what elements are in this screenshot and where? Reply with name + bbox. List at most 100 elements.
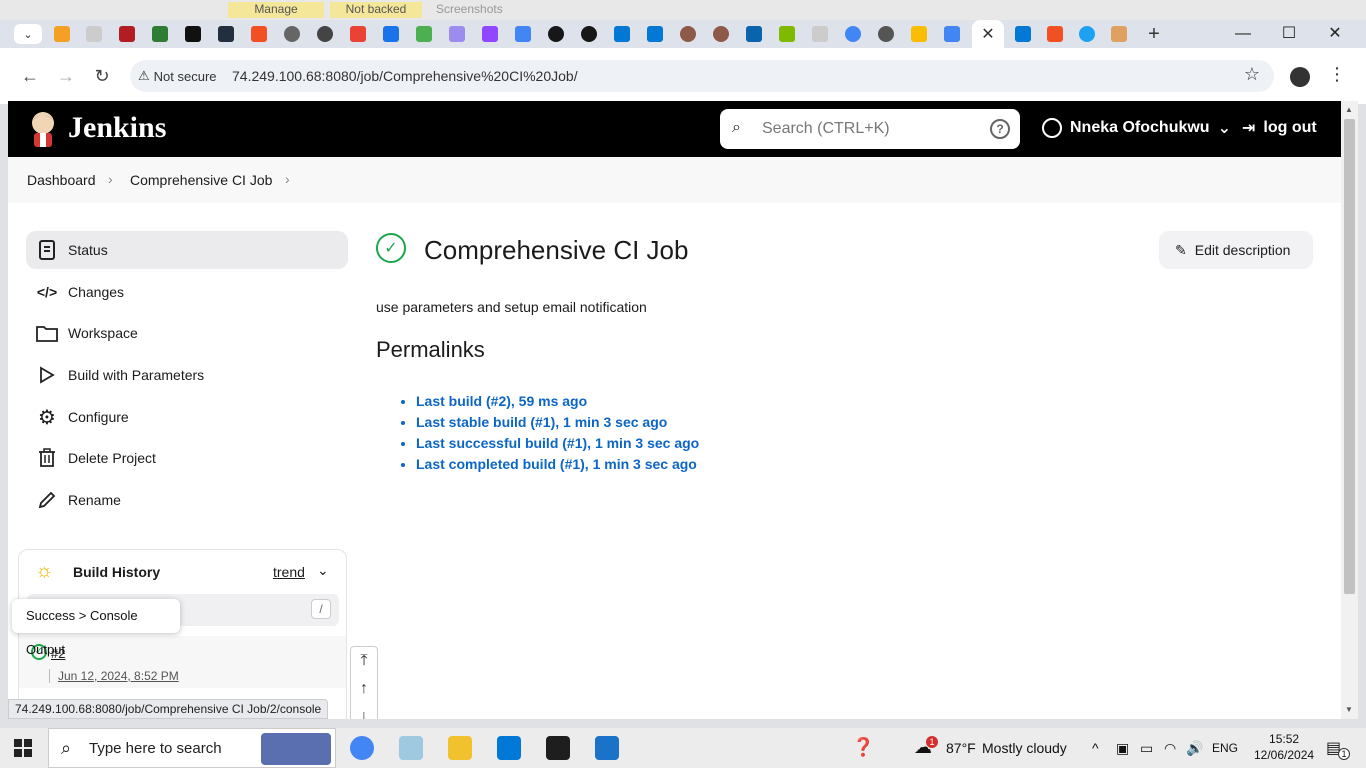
sidebar-item-changes[interactable]: </> Changes — [26, 273, 348, 311]
tab-favicon-gray2-icon[interactable] — [812, 26, 828, 42]
weather-temp[interactable]: 87°F — [946, 740, 976, 756]
sidebar-item-configure[interactable]: ⚙ Configure — [26, 398, 348, 436]
taskbar-search-input[interactable]: Type here to search — [89, 740, 222, 757]
breadcrumb-dashboard[interactable]: Dashboard — [27, 172, 96, 188]
logout-label[interactable]: log out — [1263, 119, 1316, 137]
chevron-down-icon[interactable]: ⌄ — [317, 562, 329, 579]
scroll-down-arrow-icon[interactable]: ▼ — [1345, 705, 1353, 714]
system-clock[interactable]: 15:52 12/06/2024 — [1254, 731, 1314, 763]
close-window-icon[interactable]: ✕ — [1320, 22, 1350, 46]
user-menu[interactable]: Nneka Ofochukwu ⌄ — [1042, 118, 1231, 138]
tab-favicon-globe-icon[interactable] — [284, 26, 300, 42]
tab-favicon-orange-icon[interactable] — [54, 26, 70, 42]
build-row[interactable]: ✓ #2 Jun 12, 2024, 8:52 PM — [19, 636, 346, 688]
tab-favicon-cube-icon[interactable] — [449, 26, 465, 42]
tab-favicon-microsoft2-icon[interactable] — [779, 26, 795, 42]
tab-favicon-avatar-icon[interactable] — [680, 26, 696, 42]
tab-favicon-leaf-icon[interactable] — [416, 26, 432, 42]
jenkins-brand[interactable]: Jenkins — [68, 111, 166, 145]
active-tab-close-icon[interactable]: ✕ — [972, 20, 1004, 48]
new-tab-plus-icon[interactable]: + — [1144, 24, 1164, 44]
sidebar-item-workspace[interactable]: Workspace — [26, 314, 348, 352]
photos-icon[interactable] — [595, 736, 619, 760]
minimize-icon[interactable]: — — [1228, 22, 1258, 46]
windows-start-icon[interactable] — [14, 739, 32, 757]
permalink-last-stable-build[interactable]: Last stable build (#1), 1 min 3 sec ago — [416, 414, 667, 430]
back-arrow-icon[interactable]: ← — [18, 64, 42, 88]
chevron-down-icon[interactable]: ⌄ — [1218, 118, 1231, 138]
permalink-last-completed-build[interactable]: Last completed build (#1), 1 min 3 sec a… — [416, 456, 697, 472]
taskbar-search-box[interactable]: ⌕ Type here to search — [48, 728, 336, 768]
tab-favicon-diamond-icon[interactable] — [383, 26, 399, 42]
tab-search-icon[interactable]: ⌄ — [14, 24, 42, 44]
trend-link[interactable]: trend — [273, 564, 305, 580]
tab-favicon-green-icon[interactable] — [152, 26, 168, 42]
permalink-last-successful-build[interactable]: Last successful build (#1), 1 min 3 sec … — [416, 435, 699, 451]
tab-favicon-twitch-icon[interactable] — [482, 26, 498, 42]
forward-arrow-icon[interactable]: → — [54, 64, 78, 88]
tab-favicon-gray-icon[interactable] — [86, 26, 102, 42]
build-date-link[interactable]: Jun 12, 2024, 8:52 PM — [49, 669, 179, 683]
language-indicator[interactable]: ENG — [1212, 741, 1238, 755]
bookmark-star-icon[interactable]: ☆ — [1244, 64, 1260, 85]
breadcrumb-separator-icon[interactable]: › — [285, 171, 290, 187]
tab-favicon-outlook-icon[interactable] — [746, 26, 762, 42]
sidebar-item-delete-project[interactable]: Delete Project — [26, 439, 348, 477]
terminal-icon[interactable] — [546, 736, 570, 760]
jenkins-search-input[interactable]: Search (CTRL+K) — [762, 120, 890, 138]
sidebar-item-status[interactable]: Status — [26, 231, 348, 269]
page-scrollbar[interactable]: ▲ ▼ — [1341, 101, 1358, 719]
breadcrumb-job[interactable]: Comprehensive CI Job — [130, 172, 272, 188]
scroll-to-top-icon[interactable]: ⤒ — [351, 647, 377, 675]
security-indicator[interactable]: ⚠ Not secure — [138, 68, 217, 84]
tab-favicon-microsoft3-icon[interactable] — [1047, 26, 1063, 42]
permalink-last-build[interactable]: Last build (#2), 59 ms ago — [416, 393, 587, 409]
user-name[interactable]: Nneka Ofochukwu — [1070, 119, 1210, 137]
url-text[interactable]: 74.249.100.68:8080/job/Comprehensive%20C… — [232, 68, 578, 84]
scroll-up-icon[interactable]: ↑ — [351, 675, 377, 703]
help-tray-icon[interactable]: ❓ — [852, 737, 874, 758]
battery-icon[interactable]: ▭ — [1140, 740, 1153, 757]
sidebar-item-rename[interactable]: Rename — [26, 481, 348, 519]
tab-favicon-stack-icon[interactable] — [1111, 26, 1127, 42]
profile-avatar[interactable] — [1290, 67, 1310, 87]
tab-favicon-avatar2-icon[interactable] — [713, 26, 729, 42]
chrome-taskbar-icon[interactable] — [350, 736, 374, 760]
tab-favicon-azure2-icon[interactable] — [647, 26, 663, 42]
tab-favicon-chrome-icon[interactable] — [878, 26, 894, 42]
tab-favicon-openai-icon[interactable] — [317, 26, 333, 42]
tab-favicon-docs-icon[interactable] — [515, 26, 531, 42]
scroll-down-icon[interactable]: ↓ — [351, 703, 377, 719]
tab-favicon-google-icon[interactable] — [845, 26, 861, 42]
reload-icon[interactable]: ↻ — [90, 64, 114, 88]
weather-desc[interactable]: Mostly cloudy — [982, 740, 1067, 756]
omnibox[interactable]: ⚠ Not secure 74.249.100.68:8080/job/Comp… — [130, 60, 1274, 92]
tab-favicon-aws-icon[interactable] — [218, 26, 234, 42]
maximize-icon[interactable]: ☐ — [1274, 22, 1304, 46]
tab-favicon-azure3-icon[interactable] — [1015, 26, 1031, 42]
chevron-up-icon[interactable]: ^ — [1092, 740, 1099, 756]
tab-favicon-github2-icon[interactable] — [581, 26, 597, 42]
vscode-icon[interactable] — [497, 736, 521, 760]
tab-favicon-chart-icon[interactable] — [185, 26, 201, 42]
jenkins-logo-icon[interactable] — [26, 109, 60, 149]
tab-favicon-drive-icon[interactable] — [911, 26, 927, 42]
browser-menu-icon[interactable]: ⋮ — [1328, 64, 1346, 85]
sidebar-item-build-with-parameters[interactable]: Build with Parameters — [26, 356, 348, 394]
wifi-icon[interactable]: ◠ — [1164, 740, 1176, 757]
help-icon[interactable]: ? — [990, 119, 1010, 139]
jenkins-search-box[interactable]: ⌕ Search (CTRL+K) ? — [720, 109, 1020, 149]
scroll-up-arrow-icon[interactable]: ▲ — [1345, 105, 1353, 114]
tab-favicon-gmail-icon[interactable] — [350, 26, 366, 42]
tab-favicon-github-icon[interactable] — [548, 26, 564, 42]
logout-link[interactable]: ⇥ log out — [1242, 118, 1317, 138]
meet-icon[interactable]: ▣ — [1116, 740, 1129, 757]
app-taskbar-icon[interactable] — [399, 736, 423, 760]
tab-favicon-microsoft-icon[interactable] — [251, 26, 267, 42]
tab-favicon-azure-icon[interactable] — [614, 26, 630, 42]
tab-favicon-red-icon[interactable] — [119, 26, 135, 42]
tab-favicon-docs2-icon[interactable] — [944, 26, 960, 42]
tab-favicon-edge-icon[interactable] — [1079, 26, 1095, 42]
scrollbar-thumb[interactable] — [1344, 119, 1355, 594]
volume-icon[interactable]: 🔊 — [1186, 740, 1203, 757]
